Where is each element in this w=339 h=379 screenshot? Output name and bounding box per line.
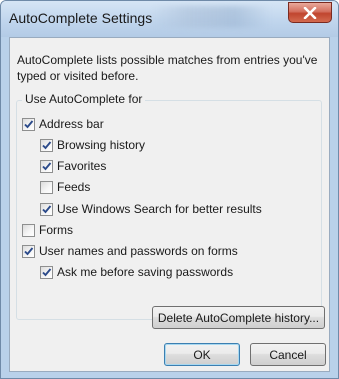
checkbox-label: Use Windows Search for better results (57, 202, 262, 216)
checkmark-icon (42, 204, 52, 213)
favorites-checkbox[interactable]: Favorites (40, 159, 106, 173)
checkmark-icon (24, 246, 34, 255)
user-names-passwords-checkbox[interactable]: User names and passwords on forms (22, 244, 238, 258)
checkmark-icon (24, 119, 34, 128)
checkbox-box[interactable] (40, 202, 53, 216)
checkbox-label: Favorites (57, 159, 107, 173)
ask-before-saving-checkbox[interactable]: Ask me before saving passwords (40, 265, 233, 279)
checkbox-label: Feeds (57, 180, 91, 194)
address-bar-checkbox[interactable]: Address bar (22, 117, 104, 131)
description-text: AutoComplete lists possible matches from… (17, 53, 318, 83)
title-bar[interactable]: AutoComplete Settings (1, 1, 338, 37)
checkbox-box[interactable] (40, 180, 53, 194)
window-title: AutoComplete Settings (9, 10, 153, 26)
checkbox-box[interactable] (22, 117, 35, 131)
delete-autocomplete-history-button[interactable]: Delete AutoComplete history... (152, 306, 325, 329)
windows-search-checkbox[interactable]: Use Windows Search for better results (40, 202, 262, 216)
checkbox-label: Browsing history (57, 138, 146, 152)
dialog-client-area: AutoComplete lists possible matches from… (9, 37, 330, 372)
checkbox-label: Ask me before saving passwords (57, 265, 234, 279)
checkbox-label: Address bar (39, 117, 104, 131)
checkbox-box[interactable] (40, 265, 53, 279)
checkmark-icon (42, 140, 52, 149)
checkmark-icon (42, 161, 52, 170)
checkbox-box[interactable] (40, 159, 53, 173)
checkbox-box[interactable] (40, 138, 53, 152)
title-bar-background-blur (151, 6, 271, 28)
autocomplete-settings-dialog: AutoComplete Settings AutoComplete lists… (0, 0, 339, 379)
checkbox-box[interactable] (22, 244, 35, 258)
checkbox-box[interactable] (22, 223, 35, 237)
close-button[interactable] (288, 2, 332, 23)
group-label: Use AutoComplete for (22, 92, 146, 106)
ok-button[interactable]: OK (164, 343, 240, 366)
checkbox-label: User names and passwords on forms (39, 244, 238, 258)
checkmark-icon (42, 267, 52, 276)
cancel-button[interactable]: Cancel (250, 343, 326, 366)
browsing-history-checkbox[interactable]: Browsing history (40, 138, 145, 152)
feeds-checkbox[interactable]: Feeds (40, 180, 90, 194)
forms-checkbox[interactable]: Forms (22, 223, 73, 237)
close-icon (303, 6, 317, 19)
checkbox-label: Forms (39, 223, 73, 237)
